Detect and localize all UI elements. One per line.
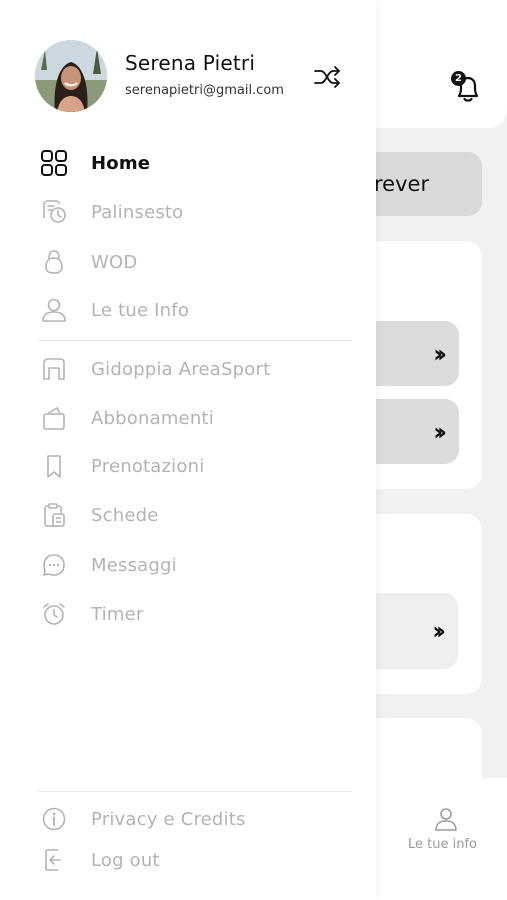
gym-icon: [38, 353, 70, 385]
menu-item-prenotazioni[interactable]: Prenotazioni: [38, 448, 358, 484]
menu-item-label: Privacy e Credits: [91, 808, 246, 830]
menu-item-label: WOD: [91, 251, 138, 273]
menu-item-label: Messaggi: [91, 554, 177, 576]
menu-item-label: Log out: [91, 849, 160, 871]
info-icon: [38, 803, 70, 835]
double-chevron-icon: ››: [433, 417, 447, 446]
menu-item-palinsesto[interactable]: Palinsesto: [38, 194, 358, 230]
double-chevron-icon: ››: [433, 339, 447, 368]
menu-item-label: Le tue Info: [91, 299, 190, 321]
banner-text: rever: [374, 172, 430, 196]
menu-item-label: Schede: [91, 504, 159, 526]
alarm-icon: [38, 598, 70, 630]
menu-item-schede[interactable]: Schede: [38, 497, 358, 533]
divider: [38, 340, 352, 341]
user-name: Serena Pietri: [125, 51, 256, 75]
divider: [38, 791, 352, 792]
logout-icon: [38, 844, 70, 876]
menu-item-le-tue-info[interactable]: Le tue Info: [38, 292, 358, 328]
menu-item-home[interactable]: Home: [38, 145, 358, 181]
user-email: serenapietri@gmail.com: [125, 83, 284, 98]
chat-icon: [38, 549, 70, 581]
menu-item-label: Prenotazioni: [91, 455, 205, 477]
history-icon: [38, 196, 70, 228]
tab-user-icon[interactable]: [433, 806, 459, 832]
shuffle-icon: [314, 66, 340, 88]
tab-label[interactable]: Le tue info: [408, 837, 477, 852]
menu-item-messaggi[interactable]: Messaggi: [38, 547, 358, 583]
menu-item-privacy[interactable]: Privacy e Credits: [38, 801, 358, 837]
navigation-drawer: Serena Pietri serenapietri@gmail.com Hom…: [0, 0, 376, 900]
menu-item-abbonamenti[interactable]: Abbonamenti: [38, 400, 358, 436]
avatar[interactable]: [35, 40, 107, 112]
menu-item-label: Home: [91, 152, 151, 174]
double-chevron-icon: ››: [432, 617, 446, 645]
menu-item-logout[interactable]: Log out: [38, 842, 358, 878]
notification-badge: 2: [451, 71, 466, 86]
menu-item-gidoppia-areasport[interactable]: Gidoppia AreaSport: [38, 351, 358, 387]
avatar-photo: [35, 40, 107, 112]
kettlebell-icon: [38, 246, 70, 278]
bookmark-icon: [38, 450, 70, 482]
menu-item-timer[interactable]: Timer: [38, 596, 358, 632]
menu-item-label: Timer: [91, 603, 144, 625]
menu-item-wod[interactable]: WOD: [38, 244, 358, 280]
grid-icon: [38, 147, 70, 179]
menu-item-label: Gidoppia AreaSport: [91, 358, 271, 380]
switch-account-button[interactable]: [312, 62, 342, 92]
menu-item-label: Abbonamenti: [91, 407, 214, 429]
wallet-icon: [38, 402, 70, 434]
user-icon: [38, 294, 70, 326]
menu-item-label: Palinsesto: [91, 201, 184, 223]
clipboard-icon: [38, 499, 70, 531]
